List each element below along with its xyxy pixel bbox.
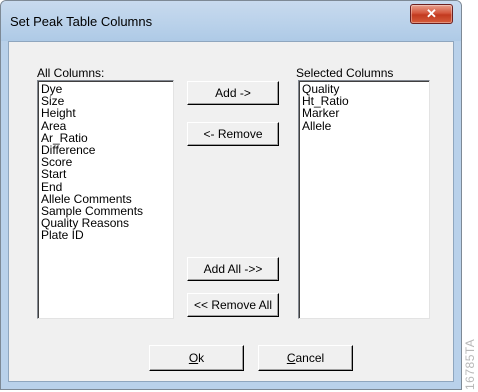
list-item[interactable]: Plate ID [41,229,170,241]
cancel-button[interactable]: Cancel [258,345,353,371]
remove-all-button[interactable]: << Remove All [187,293,279,317]
list-item[interactable]: Allele [302,119,426,131]
ok-label-rest: k [198,351,205,365]
all-columns-listbox[interactable]: Dye Size Height Area Ar_Ratio Difference… [37,80,174,319]
list-item[interactable]: End [41,180,170,192]
figure-id-watermark: 16785TA [463,338,477,390]
add-button[interactable]: Add -> [187,81,279,105]
all-columns-label: All Columns: [37,66,105,80]
list-item[interactable]: Height [41,107,170,119]
remove-button[interactable]: <- Remove [187,122,279,146]
title-bar[interactable]: Set Peak Table Columns ✕ [1,1,461,41]
close-button[interactable]: ✕ [410,4,453,24]
list-item[interactable]: Start [41,168,170,180]
add-all-button[interactable]: Add All ->> [187,257,279,281]
ok-button[interactable]: Ok [149,345,244,371]
cancel-label-rest: ancel [295,351,325,365]
dialog-title: Set Peak Table Columns [10,14,153,29]
list-item[interactable]: Area [41,119,170,131]
selected-columns-label: Selected Columns [296,66,394,80]
close-icon: ✕ [426,6,437,21]
dialog-body: All Columns: Dye Size Height Area Ar_Rat… [8,41,454,382]
ok-mnemonic: O [188,351,199,365]
list-item[interactable]: Marker [302,107,426,119]
dialog-window: Set Peak Table Columns ✕ All Columns: Dy… [0,0,462,390]
selected-columns-listbox[interactable]: Quality Ht_Ratio Marker Allele [298,80,430,319]
cancel-mnemonic: C [286,351,296,365]
